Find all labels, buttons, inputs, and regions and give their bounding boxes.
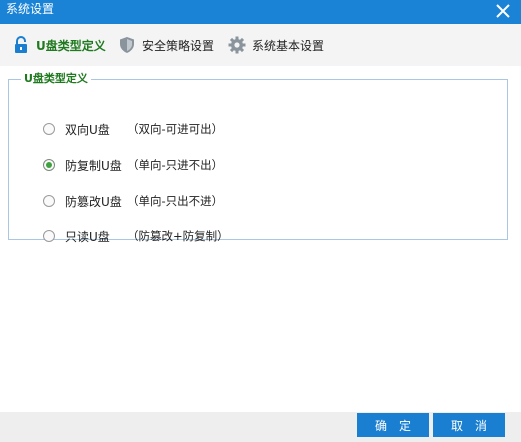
tab-system-basic-label: 系统基本设置 [252, 38, 325, 53]
radio-read-only-usb[interactable] [43, 230, 55, 242]
title-bar: 系统设置 [0, 0, 521, 24]
option-description: （防篡改+防复制） [127, 229, 229, 243]
cancel-button[interactable]: 取消 [433, 413, 505, 437]
tab-usb-type[interactable]: U盘类型定义 [12, 24, 106, 66]
group-title: U盘类型定义 [21, 72, 91, 86]
dialog-footer: 确定 取消 [0, 412, 521, 442]
option-bidirectional-usb[interactable]: 双向U盘 （双向-可进可出） [43, 120, 223, 138]
option-label: 防复制U盘 [65, 158, 122, 173]
tab-security-policy-label: 安全策略设置 [142, 38, 215, 53]
tab-bar: U盘类型定义 安全策略设置 系统基本设置 [0, 24, 521, 66]
option-label: 防篡改U盘 [65, 194, 122, 209]
option-read-only-usb[interactable]: 只读U盘 （防篡改+防复制） [43, 227, 229, 245]
option-copy-protected-usb[interactable]: 防复制U盘 （单向-只进不出） [43, 156, 223, 174]
tab-security-policy[interactable]: 安全策略设置 [118, 24, 214, 66]
close-icon [496, 4, 510, 18]
radio-bidirectional-usb[interactable] [43, 123, 55, 135]
option-tamper-proof-usb[interactable]: 防篡改U盘 （单向-只出不进） [43, 192, 223, 210]
close-button[interactable] [491, 0, 515, 22]
settings-panel: U盘类型定义 双向U盘 （双向-可进可出） 防复制U盘 （单向-只进不出） 防篡… [0, 66, 521, 412]
lock-icon [12, 36, 30, 54]
option-description: （单向-只进不出） [127, 158, 224, 172]
gear-icon [228, 36, 246, 54]
shield-icon [118, 36, 136, 54]
option-label: 只读U盘 [65, 229, 110, 244]
usb-type-group: U盘类型定义 双向U盘 （双向-可进可出） 防复制U盘 （单向-只进不出） 防篡… [8, 72, 508, 244]
tab-usb-type-label: U盘类型定义 [36, 38, 106, 53]
option-label: 双向U盘 [65, 122, 110, 137]
option-description: （单向-只出不进） [127, 194, 224, 208]
tab-system-basic[interactable]: 系统基本设置 [228, 24, 324, 66]
radio-tamper-proof-usb[interactable] [43, 195, 55, 207]
option-description: （双向-可进可出） [127, 122, 224, 136]
ok-button[interactable]: 确定 [357, 413, 429, 437]
window-title: 系统设置 [6, 2, 55, 16]
radio-copy-protected-usb[interactable] [43, 159, 55, 171]
